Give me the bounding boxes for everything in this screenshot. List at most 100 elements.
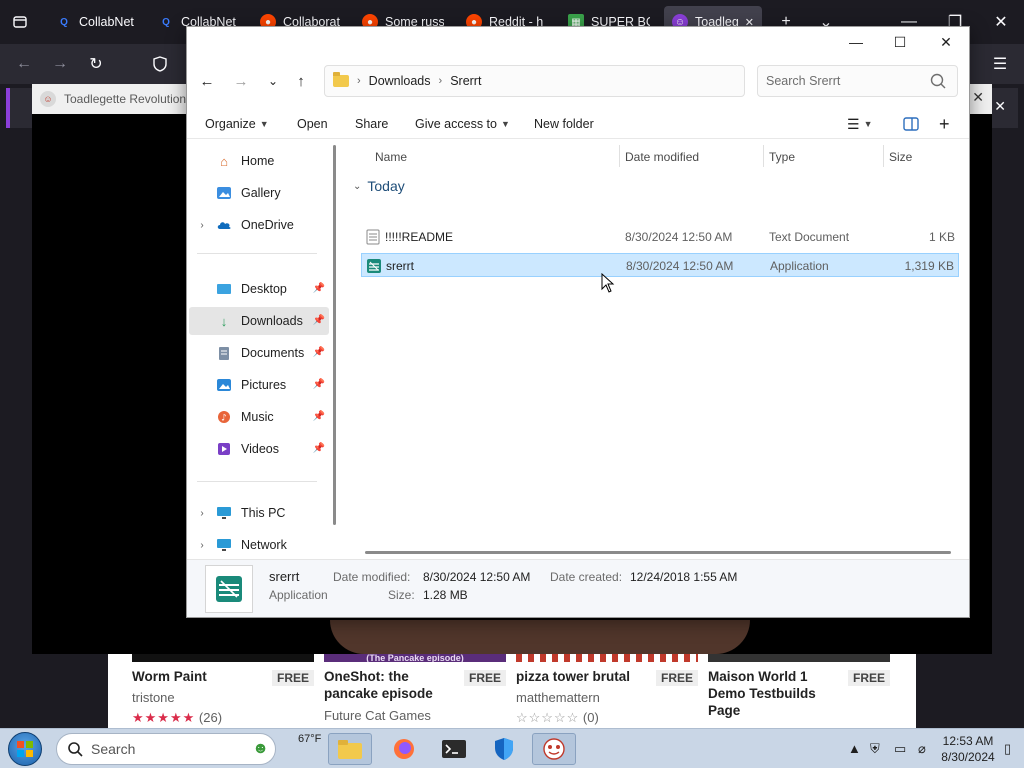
notification-close-icon[interactable]: ✕ <box>994 98 1006 115</box>
game-thumbnail[interactable] <box>708 654 890 662</box>
file-explorer-icon[interactable] <box>328 733 372 765</box>
chevron-up-icon[interactable]: ▲ <box>848 741 861 756</box>
display-tray-icon[interactable]: ▭ <box>894 741 906 757</box>
game-card[interactable]: Maison World 1 Demo Testbuilds Page FREE <box>708 654 890 728</box>
game-thumbnail[interactable] <box>132 654 314 662</box>
column-divider[interactable] <box>619 145 620 167</box>
open-button[interactable]: Open <box>297 113 328 135</box>
forward-arrow-icon[interactable]: → <box>227 67 255 95</box>
game-title[interactable]: OneShot: the pancake episode <box>324 668 464 702</box>
file-row-selected[interactable]: srerrt 8/30/2024 12:50 AM Application 1,… <box>361 253 959 277</box>
back-arrow-icon[interactable]: ← <box>193 67 221 95</box>
group-label: Today <box>367 178 405 194</box>
column-header-name[interactable]: Name <box>375 145 407 169</box>
game-title[interactable]: Maison World 1 Demo Testbuilds Page <box>708 668 848 719</box>
address-bar[interactable]: › Downloads › Srerrt ⌄ ↻ <box>324 65 871 97</box>
sidebar-item-home[interactable]: ⌂ Home <box>189 147 329 175</box>
game-thumbnail[interactable] <box>516 654 698 662</box>
recent-locations-icon[interactable]: ⌄ <box>259 67 287 95</box>
game-author[interactable]: tristone <box>132 690 175 705</box>
game-author[interactable]: matthemattern <box>516 690 600 705</box>
sidebar-item-onedrive[interactable]: › OneDrive <box>189 211 329 239</box>
column-divider[interactable] <box>763 145 764 167</box>
command-bar: Organize ▼ Open Share Give access to ▼ New… <box>187 107 969 139</box>
explorer-minimize-button[interactable]: — <box>833 27 879 57</box>
game-card[interactable]: (The Pancake episode) OneShot: the panca… <box>324 654 506 728</box>
game-card[interactable]: pizza tower brutal FREE matthemattern ☆☆… <box>516 654 698 728</box>
organize-menu[interactable]: Organize ▼ <box>205 113 269 135</box>
close-icon[interactable]: ✕ <box>972 89 984 106</box>
game-author[interactable]: Future Cat Games <box>324 708 431 723</box>
weather-temperature[interactable]: 67°F <box>298 733 321 745</box>
give-access-menu[interactable]: Give access to ▼ <box>415 113 510 135</box>
network-disconnected-icon[interactable]: ⌀ <box>918 741 926 757</box>
sidebar-item-label: OneDrive <box>241 218 294 232</box>
breadcrumb-srerrt[interactable]: Srerrt <box>450 74 481 88</box>
forward-arrow-icon[interactable]: → <box>46 50 74 78</box>
reload-icon[interactable]: ↻ <box>82 50 110 78</box>
file-date: 8/30/2024 12:50 AM <box>626 259 734 273</box>
chevron-right-icon[interactable]: › <box>189 540 215 551</box>
browser-tab[interactable]: Q CollabNet <box>48 6 146 38</box>
terminal-icon[interactable] <box>432 733 476 765</box>
pin-icon: 📌 <box>312 379 325 390</box>
chevron-right-icon[interactable]: › <box>189 220 215 231</box>
column-header-size[interactable]: Size <box>889 145 912 169</box>
column-header-date[interactable]: Date modified <box>625 145 699 169</box>
chevron-right-icon[interactable]: › <box>189 508 215 519</box>
taskbar-clock[interactable]: 12:53 AM 8/30/2024 <box>940 733 996 765</box>
share-button[interactable]: Share <box>355 113 388 135</box>
sidebar-item-music[interactable]: ♪ Music 📌 <box>189 403 329 431</box>
search-icon <box>930 73 946 89</box>
sidebar-scrollbar[interactable] <box>333 145 336 525</box>
column-divider[interactable] <box>883 145 884 167</box>
search-input[interactable] <box>766 72 926 90</box>
explorer-maximize-button[interactable]: ☐ <box>877 27 923 57</box>
pin-icon: 📌 <box>312 283 325 294</box>
group-header-today[interactable]: ⌄ Today <box>353 175 405 197</box>
app-menu-icon[interactable]: ☰ <box>986 50 1014 78</box>
game-title[interactable]: Worm Paint <box>132 668 272 685</box>
add-icon[interactable]: + <box>939 113 950 135</box>
sidebar-item-videos[interactable]: Videos 📌 <box>189 435 329 463</box>
start-button[interactable] <box>8 732 42 766</box>
explorer-close-button[interactable]: ✕ <box>923 27 969 57</box>
up-arrow-icon[interactable]: ↑ <box>287 67 315 95</box>
game-thumbnail[interactable]: (The Pancake episode) <box>324 654 506 662</box>
sidebar-item-gallery[interactable]: Gallery <box>189 179 329 207</box>
sidebar-item-network[interactable]: › Network <box>189 531 329 559</box>
sidebar-item-pictures[interactable]: Pictures 📌 <box>189 371 329 399</box>
sidebar-item-downloads[interactable]: ↓ Downloads 📌 <box>189 307 329 335</box>
sidebar-item-desktop[interactable]: Desktop 📌 <box>189 275 329 303</box>
game-title[interactable]: pizza tower brutal <box>516 668 656 685</box>
view-options-menu[interactable]: ☰ ▼ <box>847 113 872 135</box>
defender-icon[interactable] <box>482 733 526 765</box>
sidebar-item-documents[interactable]: Documents 📌 <box>189 339 329 367</box>
tracking-shield-icon[interactable] <box>146 50 174 78</box>
security-tray-icon[interactable]: ⛨ <box>870 741 880 757</box>
file-row[interactable]: !!!!!README 8/30/2024 12:50 AM Text Docu… <box>361 225 959 249</box>
taskbar-search[interactable]: Search ☻ <box>56 733 276 765</box>
horizontal-scrollbar[interactable] <box>365 551 951 554</box>
detail-size-label: Size: <box>388 588 415 602</box>
game-card[interactable]: Worm Paint FREE tristone ★★★★★ (26) <box>132 654 314 728</box>
sidebar-item-label: Documents <box>241 346 305 360</box>
chevron-down-icon: ▼ <box>259 119 269 129</box>
back-arrow-icon[interactable]: ← <box>10 50 38 78</box>
sidebar-item-this-pc[interactable]: › This PC <box>189 499 329 527</box>
toad-app-icon[interactable] <box>532 733 576 765</box>
new-folder-button[interactable]: New folder <box>534 113 594 135</box>
sidebar-item-label: Downloads <box>241 314 303 328</box>
notifications-icon[interactable]: ▯ <box>1004 741 1011 757</box>
file-explorer-window: — ☐ ✕ ← → ⌄ ↑ › Downloads › Srerrt ⌄ ↻ O… <box>186 26 970 618</box>
tab-overview-icon[interactable] <box>6 8 34 36</box>
preview-pane-icon[interactable] <box>903 113 919 135</box>
breadcrumb-downloads[interactable]: Downloads <box>369 74 431 88</box>
column-header-type[interactable]: Type <box>769 145 795 169</box>
firefox-icon[interactable] <box>382 733 426 765</box>
videos-icon <box>215 441 233 457</box>
sidebar-item-label: Music <box>241 410 274 424</box>
game-rating: ★★★★★ (26) <box>132 710 222 726</box>
browser-close-button[interactable]: ✕ <box>978 0 1024 44</box>
search-box[interactable] <box>757 65 958 97</box>
